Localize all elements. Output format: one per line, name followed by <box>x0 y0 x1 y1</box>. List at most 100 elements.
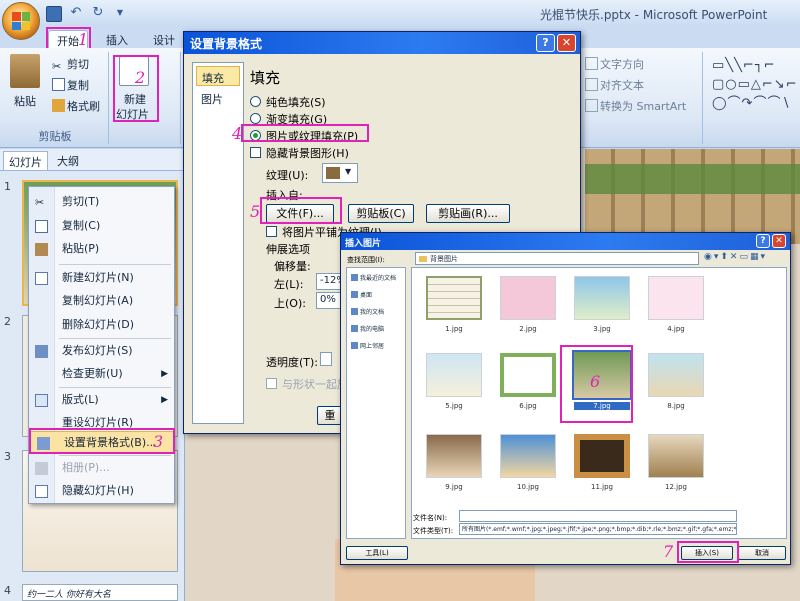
paste-icon <box>35 243 48 256</box>
place-desktop[interactable]: 桌面 <box>351 290 372 299</box>
folder-icon <box>419 256 427 262</box>
help-icon[interactable]: ? <box>536 34 555 52</box>
copy-button[interactable]: 复制 <box>52 77 89 93</box>
publish-icon <box>35 345 48 358</box>
file-thumbnail[interactable] <box>500 434 556 478</box>
file-name: 6.jpg <box>519 402 537 410</box>
window-title: 光棍节快乐.pptx - Microsoft PowerPoint <box>540 8 768 22</box>
file-name: 3.jpg <box>593 325 611 333</box>
tile-checkbox[interactable] <box>266 226 277 237</box>
text-direction-icon <box>585 57 598 70</box>
group-separator <box>180 52 181 144</box>
file-thumbnail[interactable] <box>500 276 556 320</box>
file-name: 11.jpg <box>591 483 613 491</box>
office-button[interactable] <box>2 2 40 40</box>
panel-tabs: 幻灯片 大纲 <box>0 149 185 171</box>
file-thumbnail[interactable] <box>648 353 704 397</box>
menu-item-album: 相册(P)... <box>29 457 176 479</box>
menu-item-hide-slide[interactable]: 隐藏幻灯片(H) <box>29 480 176 502</box>
offset-label: 偏移量: <box>274 260 311 273</box>
places-bar: 我最近的文档 桌面 我的文档 我的电脑 网上邻居 <box>346 267 406 539</box>
undo-icon[interactable]: ↶ <box>68 6 84 22</box>
dialog-nav: 填充 图片 <box>192 62 244 424</box>
clipboard-button[interactable]: 剪贴板(C) <box>348 204 414 223</box>
menu-item-paste[interactable]: 粘贴(P) <box>29 238 176 260</box>
paste-button[interactable]: 粘贴 <box>14 93 36 109</box>
file-thumbnail[interactable] <box>648 434 704 478</box>
menu-separator <box>59 387 171 388</box>
album-icon <box>35 462 48 475</box>
slide-number: 2 <box>4 315 11 328</box>
layout-icon <box>35 394 48 407</box>
filetype-select[interactable]: 所有图片(*.emf;*.wmf;*.jpg;*.jpeg;*.jfif;*.j… <box>459 523 737 535</box>
clipart-button[interactable]: 剪贴画(R)... <box>426 204 510 223</box>
step-mark-1: 1 <box>78 30 89 49</box>
file-name: 1.jpg <box>445 325 463 333</box>
lookin-select[interactable]: 背景图片 <box>415 252 699 265</box>
copy-icon <box>52 78 65 91</box>
section-title: 填充 <box>250 69 281 87</box>
menu-item-delete-slide[interactable]: 删除幻灯片(D) <box>29 314 176 336</box>
context-menu: ✂ 剪切(T) 复制(C) 粘贴(P) 新建幻灯片(N) 复制幻灯片(A) 删除幻… <box>28 186 175 504</box>
place-documents[interactable]: 我的文档 <box>351 307 384 316</box>
dialog-toolbar[interactable]: ◉▾⬆✕▭▦▾ <box>704 252 788 265</box>
shapes-gallery[interactable]: ▭╲╲⌐┐⌐ ▢○▭△⌐↘⌐ ◯⌒↷⌒⌒∖ <box>712 56 797 116</box>
step-mark-3: 3 <box>153 432 164 451</box>
redo-icon[interactable]: ↻ <box>90 6 106 22</box>
close-icon[interactable]: ✕ <box>557 34 576 52</box>
transparency-label: 透明度(T): <box>266 356 319 369</box>
gradient-fill-radio[interactable] <box>250 113 261 124</box>
nav-fill[interactable]: 填充 <box>196 66 240 86</box>
place-recent[interactable]: 我最近的文档 <box>351 273 396 282</box>
tab-outline[interactable]: 大纲 <box>52 151 84 170</box>
file-thumbnail[interactable] <box>574 276 630 320</box>
align-text-button[interactable]: 对齐文本 <box>585 77 644 93</box>
text-direction-button[interactable]: 文字方向 <box>585 56 644 72</box>
save-icon[interactable] <box>46 6 62 22</box>
tab-design[interactable]: 设计 <box>145 30 183 49</box>
filename-input[interactable] <box>459 510 737 522</box>
file-thumbnail[interactable] <box>500 353 556 397</box>
customize-toolbar-icon[interactable]: ▼ <box>112 6 128 22</box>
copy-icon <box>35 220 48 233</box>
filename-label: 文件名(N): <box>413 514 448 522</box>
nav-picture[interactable]: 图片 <box>196 88 240 108</box>
cancel-button[interactable]: 取消 <box>738 546 786 560</box>
menu-item-duplicate-slide[interactable]: 复制幻灯片(A) <box>29 290 176 312</box>
convert-smartart-button[interactable]: 转换为 SmartArt <box>585 98 686 114</box>
tab-slides[interactable]: 幻灯片 <box>3 151 48 170</box>
lookin-value: 背景图片 <box>430 255 458 263</box>
menu-item-check-updates[interactable]: 检查更新(U) ▶ <box>29 363 176 385</box>
new-slide-icon <box>35 272 48 285</box>
paste-icon[interactable] <box>10 54 40 88</box>
file-thumbnail[interactable] <box>648 276 704 320</box>
format-painter-button[interactable]: 格式刷 <box>52 98 100 114</box>
solid-fill-radio[interactable] <box>250 96 261 107</box>
hide-bg-graphics-label: 隐藏背景图形(H) <box>266 147 349 160</box>
place-network[interactable]: 网上邻居 <box>351 341 384 350</box>
file-name: 4.jpg <box>667 325 685 333</box>
step-mark-2: 2 <box>135 68 146 87</box>
file-thumbnail[interactable] <box>426 434 482 478</box>
submenu-arrow-icon: ▶ <box>161 395 168 405</box>
quick-access-toolbar: ↶ ↻ ▼ <box>46 5 128 23</box>
cut-button[interactable]: ✂ 剪切 <box>52 56 89 73</box>
close-icon[interactable]: ✕ <box>772 234 786 248</box>
menu-item-cut[interactable]: ✂ 剪切(T) <box>29 191 176 213</box>
menu-item-layout[interactable]: 版式(L) ▶ <box>29 389 176 411</box>
texture-picker[interactable]: ▼ <box>322 163 358 183</box>
menu-item-publish-slides[interactable]: 发布幻灯片(S) <box>29 340 176 362</box>
menu-item-new-slide[interactable]: 新建幻灯片(N) <box>29 267 176 289</box>
transparency-slider[interactable] <box>320 352 332 366</box>
hide-bg-graphics-checkbox[interactable] <box>250 147 261 158</box>
highlight-box <box>241 124 369 142</box>
file-thumbnail[interactable] <box>426 353 482 397</box>
help-icon[interactable]: ? <box>756 234 770 248</box>
file-thumbnail[interactable] <box>426 276 482 320</box>
tools-button[interactable]: 工具(L) <box>346 546 408 560</box>
menu-item-copy[interactable]: 复制(C) <box>29 215 176 237</box>
slide-thumbnail[interactable]: 约一二人 你好有大名 <box>22 584 178 601</box>
file-thumbnail[interactable] <box>574 434 630 478</box>
place-computer[interactable]: 我的电脑 <box>351 324 384 333</box>
tab-insert[interactable]: 插入 <box>98 30 136 49</box>
